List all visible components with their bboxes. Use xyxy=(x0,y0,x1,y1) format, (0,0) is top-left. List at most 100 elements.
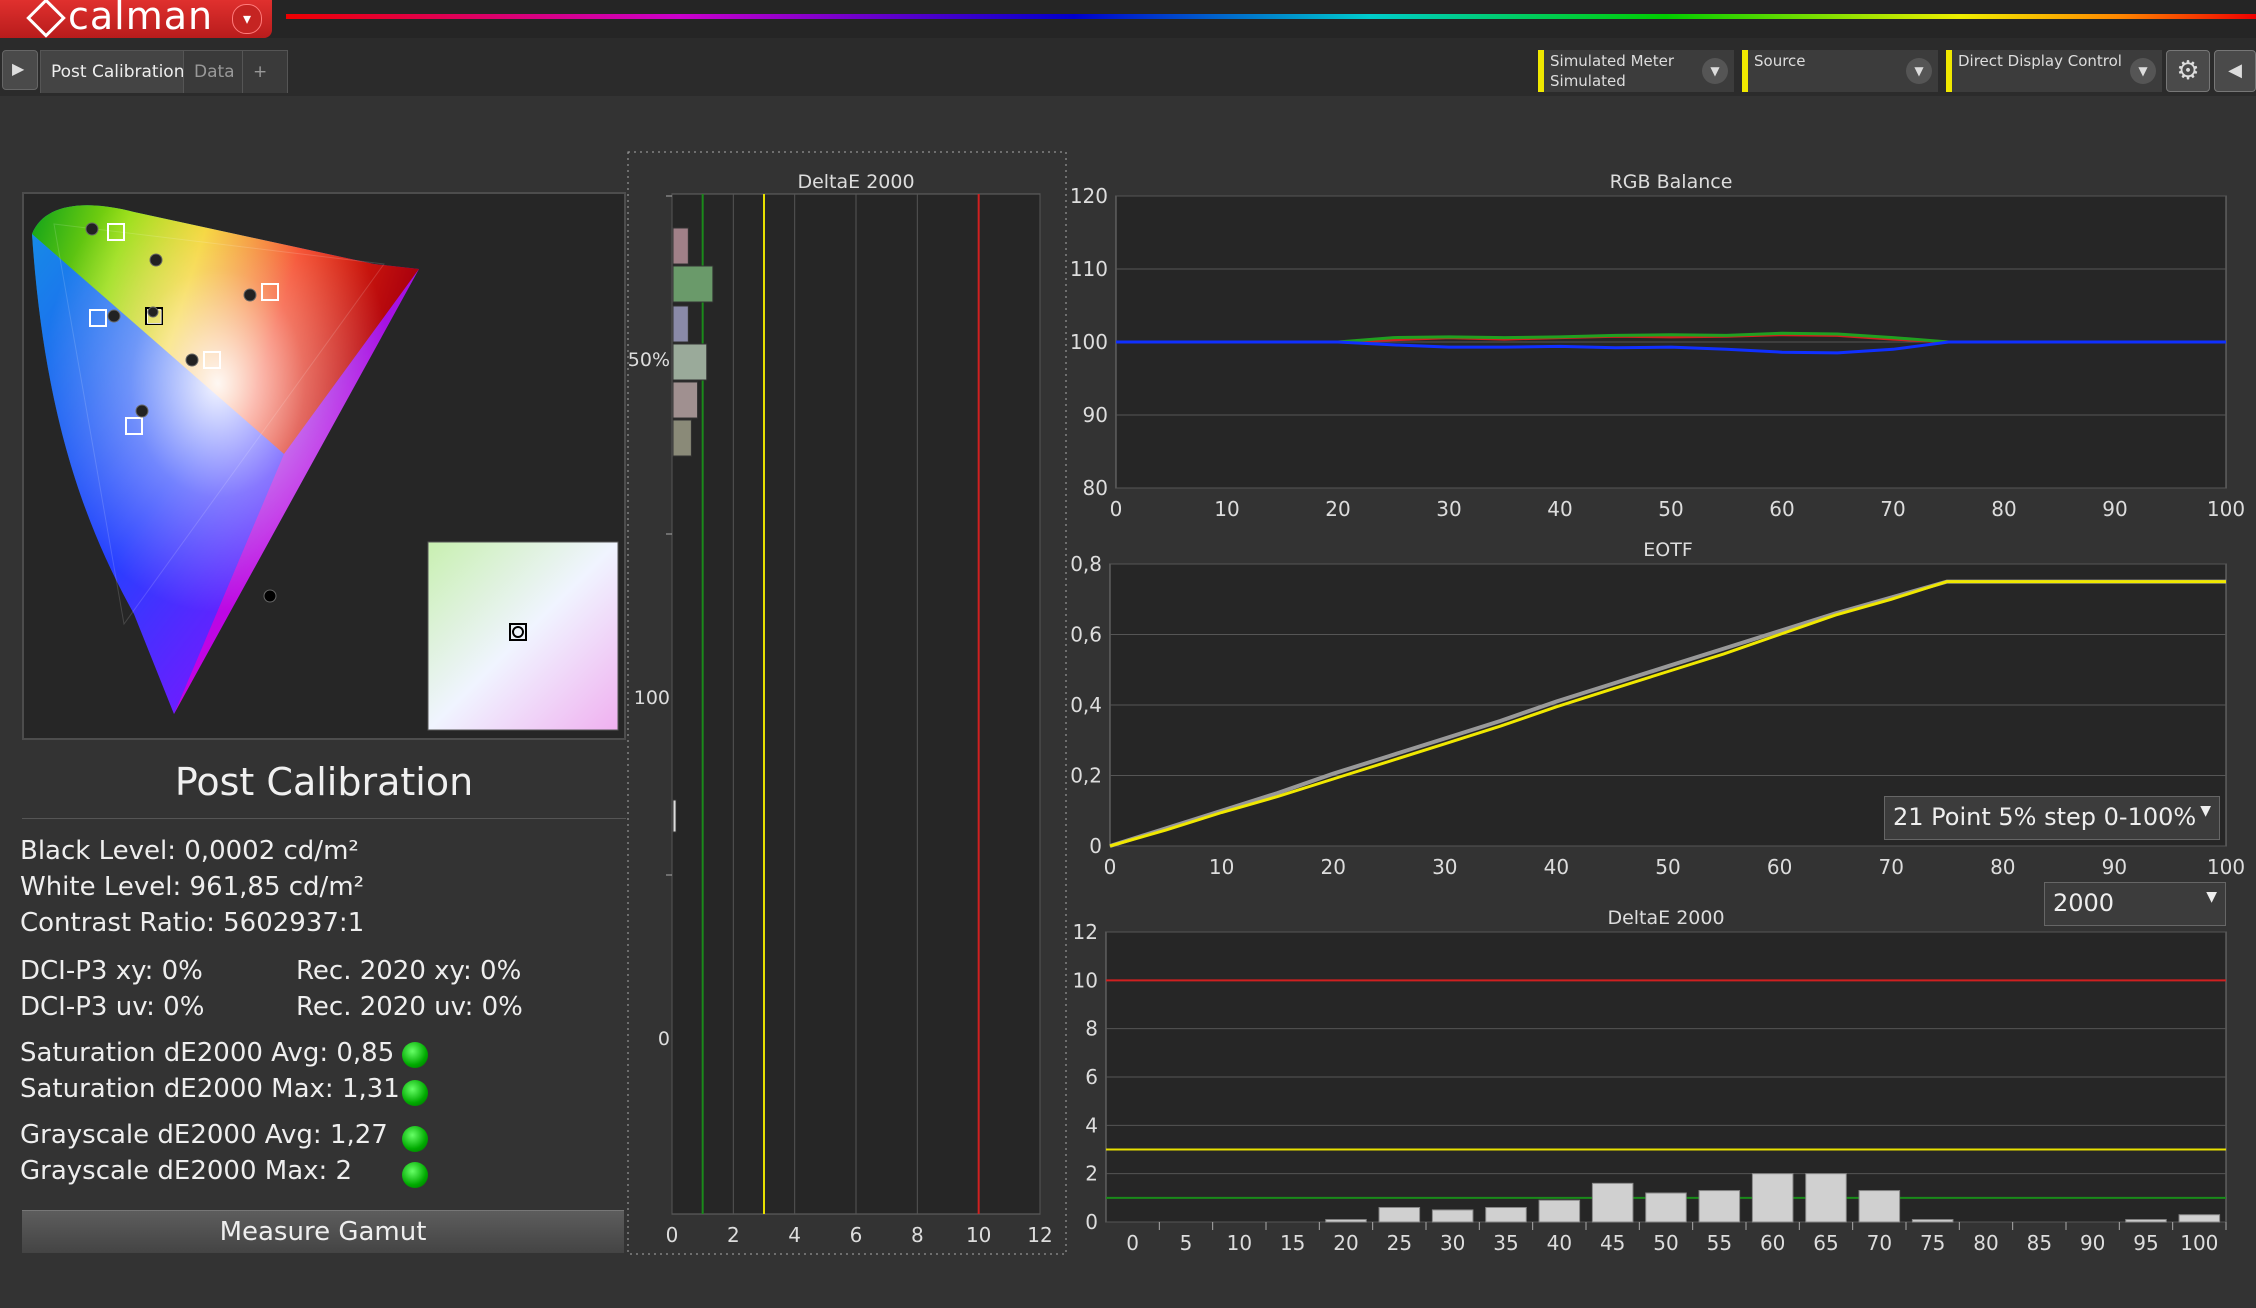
x-tick-label: 80 xyxy=(1990,855,2015,879)
deltae-bar xyxy=(1325,1219,1367,1223)
chart-title: DeltaE 2000 xyxy=(1607,907,1724,929)
x-tick-label: 100 xyxy=(2207,855,2245,879)
chevron-down-icon: ▼ xyxy=(2200,803,2211,819)
x-tick-label: 90 xyxy=(2080,1231,2105,1255)
y-tick-label: 4 xyxy=(1085,1113,1098,1137)
x-tick-label: 100 xyxy=(2207,497,2245,521)
y-tick-label: 8 xyxy=(1085,1017,1098,1041)
x-tick-label: 50 xyxy=(1653,1231,1678,1255)
x-tick-label: 0 xyxy=(1110,497,1123,521)
x-tick-label: 30 xyxy=(1436,497,1461,521)
deltae-bar xyxy=(1538,1199,1581,1223)
points-value: 21 Point 5% step 0-100% xyxy=(1893,803,2197,831)
deltae-bar xyxy=(1698,1190,1741,1223)
y-tick-label: 12 xyxy=(1073,920,1098,944)
x-tick-label: 100 xyxy=(2180,1231,2218,1255)
x-tick-label: 5 xyxy=(1180,1231,1193,1255)
chevron-down-icon: ▼ xyxy=(2206,889,2217,905)
y-tick-label: 0,4 xyxy=(1070,693,1102,717)
deltae-bar xyxy=(1591,1182,1634,1223)
x-tick-label: 70 xyxy=(1880,497,1905,521)
x-tick-label: 0 xyxy=(666,1223,679,1247)
x-tick-label: 30 xyxy=(1432,855,1457,879)
x-tick-label: 0 xyxy=(1104,855,1117,879)
y-tick-label: 0 xyxy=(1089,834,1102,858)
x-tick-label: 20 xyxy=(1333,1231,1358,1255)
deltae-bar xyxy=(2178,1214,2221,1223)
x-tick-label: 85 xyxy=(2027,1231,2052,1255)
x-tick-label: 8 xyxy=(911,1223,924,1247)
y-tick-label: 0,8 xyxy=(1070,552,1102,576)
deltae-bar xyxy=(1858,1190,1901,1223)
deltae-bar-chart: DeltaE 2000 0 2 4 6 8 10 12 0 5 10 15 20 25 30 35 40 45 50… xyxy=(1073,907,2227,1255)
deltae-bar xyxy=(2125,1219,2167,1223)
chart-title: RGB Balance xyxy=(1610,171,1733,193)
y-tick-label: 100 xyxy=(634,687,670,709)
deltae-bar xyxy=(1805,1173,1847,1223)
x-tick-label: 2 xyxy=(727,1223,740,1247)
x-tick-label: 60 xyxy=(1760,1231,1785,1255)
x-tick-label: 95 xyxy=(2133,1231,2158,1255)
x-tick-label: 45 xyxy=(1600,1231,1625,1255)
deltae-bar xyxy=(1485,1207,1527,1223)
y-tick-label: 80 xyxy=(1083,476,1108,500)
deltae-bar xyxy=(672,799,677,833)
x-tick-label: 90 xyxy=(2102,855,2127,879)
charts-layer: DeltaE 20000 2 4 6 8 10 1250%1000 RGB Balance8… xyxy=(627,151,2245,1255)
x-tick-label: 90 xyxy=(2102,497,2127,521)
x-tick-label: 40 xyxy=(1547,497,1572,521)
deltae-bar xyxy=(672,227,689,265)
x-tick-label: 15 xyxy=(1280,1231,1305,1255)
x-tick-label: 70 xyxy=(1878,855,1903,879)
x-tick-label: 50 xyxy=(1658,497,1683,521)
deltae-bar xyxy=(672,419,692,457)
y-tick-label: 0,2 xyxy=(1070,764,1102,788)
x-tick-label: 60 xyxy=(1767,855,1792,879)
deltae-bar xyxy=(1645,1192,1687,1223)
y-tick-label: 90 xyxy=(1083,403,1108,427)
nits-value: 2000 xyxy=(2053,889,2115,917)
deltae-bar xyxy=(1911,1219,1954,1223)
x-tick-label: 10 xyxy=(1214,497,1239,521)
points-dropdown[interactable]: 21 Point 5% step 0-100% ▼ xyxy=(1884,796,2220,840)
y-tick-label: 0,6 xyxy=(1070,623,1102,647)
x-tick-label: 40 xyxy=(1547,1231,1572,1255)
x-tick-label: 65 xyxy=(1813,1231,1838,1255)
x-tick-label: 35 xyxy=(1493,1231,1518,1255)
chart-title: DeltaE 2000 xyxy=(797,171,914,193)
chart-title: EOTF xyxy=(1643,539,1693,561)
x-tick-label: 0 xyxy=(1126,1231,1139,1255)
deltae-bar xyxy=(672,381,699,419)
x-tick-label: 30 xyxy=(1440,1231,1465,1255)
y-tick-label: 50% xyxy=(628,349,670,371)
y-tick-label: 100 xyxy=(1070,330,1108,354)
rgb-balance-chart: RGB Balance 80 90 100 110 120 0 10 20 30 40 50 60 70 8… xyxy=(1070,171,2245,521)
deltae-bar xyxy=(1431,1209,1474,1223)
x-tick-label: 60 xyxy=(1769,497,1794,521)
y-tick-label: 2 xyxy=(1085,1162,1098,1186)
x-tick-label: 10 xyxy=(966,1223,991,1247)
x-tick-label: 10 xyxy=(1227,1231,1252,1255)
deltae-bar xyxy=(672,265,714,303)
x-tick-label: 20 xyxy=(1320,855,1345,879)
deltae-bar xyxy=(1378,1207,1421,1223)
y-tick-label: 0 xyxy=(1085,1210,1098,1234)
y-tick-label: 120 xyxy=(1070,184,1108,208)
x-tick-label: 55 xyxy=(1707,1231,1732,1255)
x-tick-label: 4 xyxy=(788,1223,801,1247)
x-tick-label: 12 xyxy=(1027,1223,1052,1247)
x-tick-label: 75 xyxy=(1920,1231,1945,1255)
deltae-bar xyxy=(1751,1173,1794,1223)
nits-dropdown[interactable]: 2000 ▼ xyxy=(2044,882,2226,926)
x-tick-label: 80 xyxy=(1973,1231,1998,1255)
deltae-bar xyxy=(672,343,708,381)
x-tick-label: 25 xyxy=(1387,1231,1412,1255)
x-tick-label: 70 xyxy=(1867,1231,1892,1255)
y-tick-label: 10 xyxy=(1073,968,1098,992)
deltae-bar xyxy=(672,305,689,343)
y-tick-label: 110 xyxy=(1070,257,1108,281)
deltae-vertical-chart: DeltaE 2000 0 2 4 6 8 10 12 50% 100 0 xyxy=(628,171,1053,1247)
y-tick-label: 6 xyxy=(1085,1065,1098,1089)
x-tick-label: 10 xyxy=(1209,855,1234,879)
y-tick-label: 0 xyxy=(658,1028,670,1050)
